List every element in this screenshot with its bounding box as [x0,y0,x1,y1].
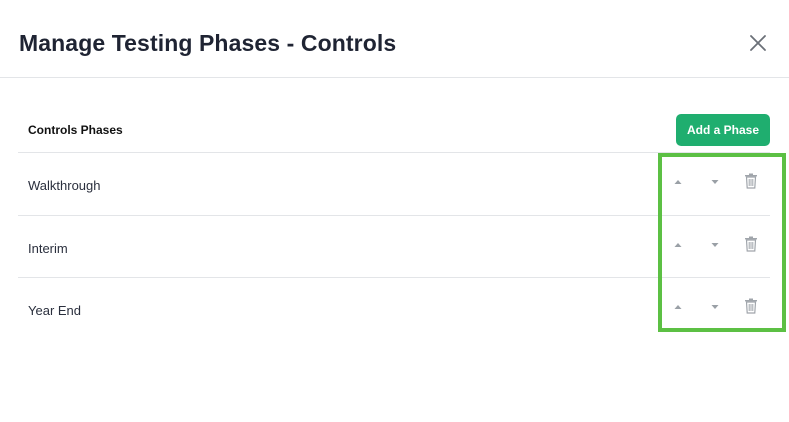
add-phase-button[interactable]: Add a Phase [676,114,770,146]
section-header: Controls Phases Add a Phase [18,110,770,152]
trash-icon [745,236,757,252]
phase-row: Interim [18,215,770,277]
move-up-button[interactable] [672,238,684,250]
move-down-button[interactable] [709,300,721,312]
move-up-button[interactable] [672,300,684,312]
delete-phase-button[interactable] [744,298,758,314]
phase-name: Walkthrough [28,178,101,193]
phase-row: Year End [18,277,770,339]
trash-icon [745,173,757,189]
caret-up-icon [674,305,682,309]
caret-down-icon [711,305,719,309]
modal-title: Manage Testing Phases - Controls [19,30,397,56]
section-title: Controls Phases [28,123,123,137]
caret-up-icon [674,243,682,247]
trash-icon [745,298,757,314]
move-down-button[interactable] [709,175,721,187]
caret-down-icon [711,180,719,184]
phase-list: Walkthrough Interim Year End [18,152,770,339]
phase-row: Walkthrough [18,152,770,215]
delete-phase-button[interactable] [744,173,758,189]
close-button[interactable] [746,31,770,55]
delete-phase-button[interactable] [744,236,758,252]
caret-up-icon [674,180,682,184]
phase-name: Year End [28,303,82,318]
close-icon [750,35,766,51]
move-up-button[interactable] [672,175,684,187]
caret-down-icon [711,243,719,247]
modal-header: Manage Testing Phases - Controls [0,0,789,78]
manage-phases-modal: Manage Testing Phases - Controls Control… [0,0,789,422]
phase-name: Interim [28,241,68,256]
move-down-button[interactable] [709,238,721,250]
